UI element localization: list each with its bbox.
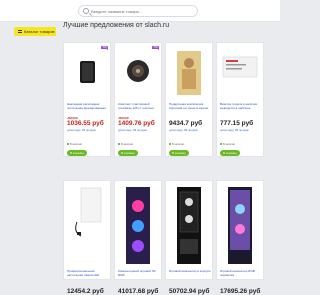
product-card[interactable]: Компьютерный игровой ПК RGB 41017.68 руб [114,180,162,295]
shop-link[interactable]: д/наз кадр. 89 продаж [67,128,96,132]
shop-link[interactable]: д/наз кадр. 89 продаж [118,128,147,132]
menu-icon [18,30,22,33]
product-card[interactable]: Игровой компьютер RGB подсветка 17695.26… [216,180,264,295]
product-card[interactable]: Визитка 4 цвета в наличии выводится в ша… [216,42,264,157]
product-title[interactable]: Накладная раскладная постельная фрезеров… [67,102,109,110]
product-image[interactable] [220,184,260,264]
shop-link[interactable]: д/наз кадр. 89 продаж [169,128,198,132]
product-price: 1036.55 руб [67,120,104,127]
product-title[interactable]: Профессиональная настольная лампа LED [67,269,109,277]
product-image[interactable] [169,49,209,99]
availability: В наличии [118,143,133,146]
product-title[interactable]: Визитка 4 цвета в наличии выводится в ша… [220,102,262,110]
add-to-cart-button[interactable]: В корзину [67,150,87,156]
status-dot [67,143,69,145]
product-image[interactable] [118,49,158,99]
availability-text: В наличии [223,143,236,146]
product-title[interactable]: Подарочная композиция Королева на троне … [169,102,211,110]
product-title[interactable]: Игровой компьютер RGB подсветка [220,269,262,277]
product-card[interactable]: -5% Накладная раскладная постельная фрез… [63,42,111,157]
catalog-button[interactable]: Каталог товаров [14,27,56,36]
add-to-cart-button[interactable]: В корзину [220,150,240,156]
product-card[interactable]: Профессиональная настольная лампа LED 12… [63,180,111,295]
status-dot [169,143,171,145]
product-price: 1409.76 руб [118,120,155,127]
shop-link[interactable]: д/наз кадр. 89 продаж [220,128,249,132]
product-title[interactable]: Комплект пластиковой трехфазы 125 ст пло… [118,102,160,110]
add-to-cart-button[interactable]: В корзину [169,150,189,156]
product-title[interactable]: Игровой компьютер в корпусе [169,269,211,274]
product-image[interactable] [118,184,158,264]
add-to-cart-button[interactable]: В корзину [118,150,138,156]
product-image[interactable] [67,49,107,99]
product-title[interactable]: Компьютерный игровой ПК RGB [118,269,160,277]
product-price: 9434.7 руб [169,120,203,127]
status-dot [220,143,222,145]
product-image[interactable] [67,184,107,264]
product-price: 17695.26 руб [220,288,261,295]
availability-text: В наличии [121,143,134,146]
search-input[interactable] [91,7,187,16]
product-image[interactable] [220,49,260,99]
top-bar [0,0,280,22]
search-icon[interactable] [83,8,89,14]
availability: В наличии [220,143,235,146]
availability-text: В наличии [172,143,185,146]
product-price: 777.15 руб [220,120,254,127]
page-title: Лучшие предложения от slach.ru [63,22,170,29]
search-box[interactable] [78,5,198,17]
product-price: 12454.2 руб [67,288,104,295]
product-price: 41017.68 руб [118,288,159,295]
product-image[interactable] [169,184,209,264]
availability-text: В наличии [70,143,83,146]
availability: В наличии [169,143,184,146]
availability: В наличии [67,143,82,146]
product-price: 50702.94 руб [169,288,210,295]
product-card[interactable]: -5% Комплект пластиковой трехфазы 125 ст… [114,42,162,157]
catalog-label: Каталог товаров [24,29,55,34]
product-card[interactable]: Подарочная композиция Королева на троне … [165,42,213,157]
status-dot [118,143,120,145]
product-card[interactable]: Игровой компьютер в корпусе 50702.94 руб [165,180,213,295]
